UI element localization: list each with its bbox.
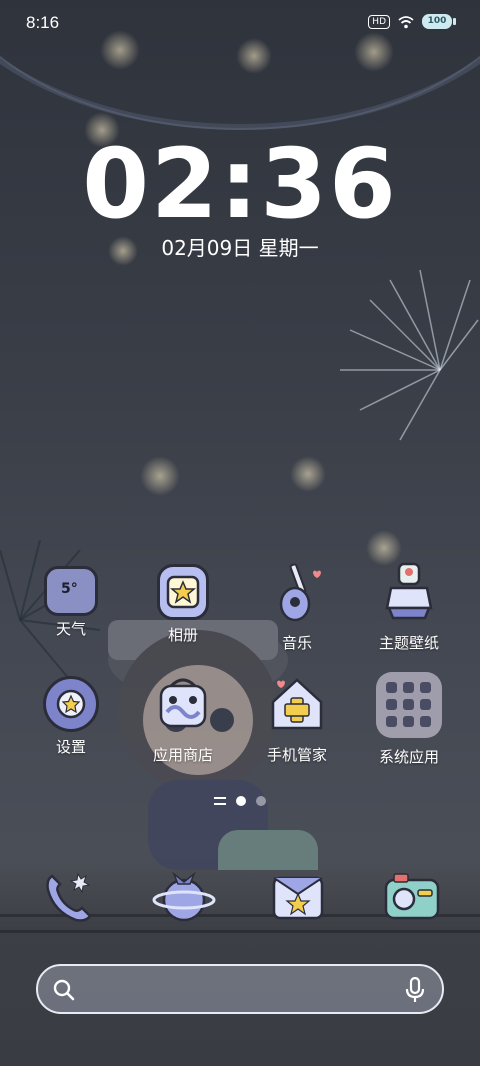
dock-browser[interactable] <box>152 864 216 928</box>
mini-app-icon <box>386 699 397 710</box>
mini-app-icon <box>403 682 414 693</box>
gallery-icon <box>157 564 209 620</box>
mini-app-icon <box>420 716 431 727</box>
weather-temp: 5° <box>61 581 78 597</box>
mini-app-icon <box>403 699 414 710</box>
search-input[interactable] <box>88 976 398 1002</box>
dock-phone[interactable] <box>38 864 102 928</box>
app-label-gallery: 相册 <box>167 626 198 644</box>
page-dot[interactable] <box>256 796 266 806</box>
page-dot-active[interactable] <box>236 796 246 806</box>
settings-icon <box>43 676 99 732</box>
clock-time[interactable]: 02:36 <box>0 128 480 240</box>
hd-network-badge: HD <box>368 14 390 29</box>
status-icons: HD 100 <box>368 14 456 29</box>
app-theme[interactable]: 主题壁纸 <box>354 560 464 653</box>
app-label-store: 应用商店 <box>152 746 213 764</box>
roof-line <box>0 930 480 933</box>
theme-icon <box>377 560 441 624</box>
app-label-music: 音乐 <box>281 634 312 652</box>
dock-messages[interactable] <box>266 864 330 928</box>
microphone-icon[interactable] <box>404 977 426 1003</box>
dock-camera[interactable] <box>380 864 444 928</box>
firework-right <box>340 269 479 441</box>
search-bar[interactable] <box>36 964 444 1014</box>
app-gallery[interactable]: 相册 <box>128 560 238 645</box>
page-indicator-menu[interactable] <box>214 797 226 805</box>
app-store-icon <box>151 672 215 736</box>
status-time: 8:16 <box>26 13 60 32</box>
app-label-theme: 主题壁纸 <box>378 634 439 652</box>
clock-date[interactable]: 02月09日 星期一 <box>0 232 480 261</box>
app-system-folder[interactable]: 系统应用 <box>354 672 464 767</box>
status-bar: 8:16 HD 100 <box>0 0 480 48</box>
app-label-weather: 天气 <box>55 620 86 638</box>
app-settings[interactable]: 设置 <box>16 672 126 757</box>
system-apps-folder-icon <box>376 672 442 738</box>
mini-app-icon <box>403 716 414 727</box>
weather-icon: 5° <box>44 566 98 616</box>
mini-app-icon <box>420 682 431 693</box>
app-label-phone-manager: 手机管家 <box>266 746 327 764</box>
music-icon <box>265 560 329 624</box>
mini-app-icon <box>420 699 431 710</box>
lantern-glow <box>290 456 326 492</box>
messages-icon <box>272 876 324 920</box>
app-phone-manager[interactable]: 手机管家 <box>242 672 352 765</box>
mini-app-icon <box>386 682 397 693</box>
phone-manager-icon <box>265 672 329 736</box>
page-indicator[interactable] <box>0 796 480 806</box>
app-weather[interactable]: 5° 天气 <box>16 560 126 639</box>
camera-icon <box>384 873 440 920</box>
app-store[interactable]: 应用商店 <box>128 672 238 765</box>
wifi-icon <box>398 15 414 28</box>
app-music[interactable]: 音乐 <box>242 560 352 653</box>
app-label-system-folder: 系统应用 <box>378 748 439 766</box>
lantern-glow <box>140 456 180 496</box>
browser-icon <box>152 871 216 922</box>
app-label-settings: 设置 <box>55 738 86 756</box>
phone-icon <box>46 872 92 922</box>
search-icon[interactable] <box>52 978 76 1002</box>
mini-app-icon <box>386 716 397 727</box>
battery-indicator: 100 <box>422 14 456 29</box>
